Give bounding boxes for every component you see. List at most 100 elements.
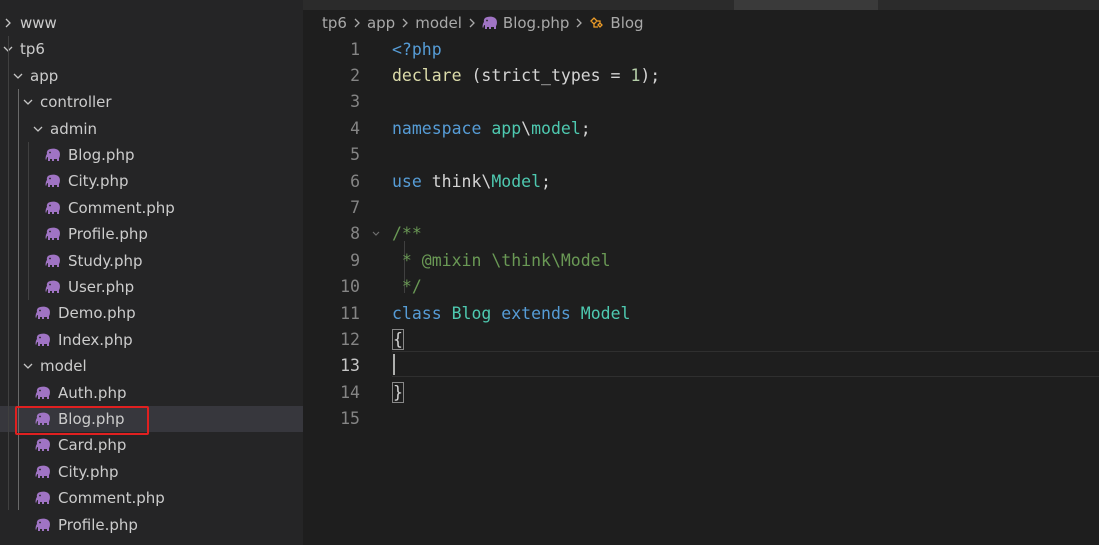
chevron-down-icon[interactable] (22, 96, 34, 108)
tree-file[interactable]: Index.php (0, 327, 303, 353)
php-elephant-icon (35, 306, 51, 320)
php-elephant-icon (35, 465, 51, 479)
breadcrumb-label: tp6 (322, 14, 347, 32)
tree-file[interactable]: Comment.php (0, 195, 303, 221)
breadcrumb-label: Blog (610, 14, 644, 32)
tree-file[interactable]: Auth.php (0, 380, 303, 406)
code-line[interactable]: 12 { (303, 326, 1099, 352)
tree-file[interactable]: City.php (0, 168, 303, 194)
tree-item-label: Profile.php (58, 515, 138, 534)
line-number: 9 (350, 250, 360, 270)
breadcrumb-item[interactable]: model (415, 14, 462, 32)
tree-file[interactable]: Profile.php (0, 221, 303, 247)
php-elephant-icon (35, 438, 51, 452)
chevron-down-icon[interactable] (22, 360, 34, 372)
breadcrumb-item[interactable]: Blog (589, 14, 644, 32)
tree-file[interactable]: Blog.php (0, 142, 303, 168)
code-token: extends (501, 303, 571, 323)
explorer-sidebar: www tp6 app controller admin Blog.php City.php… (0, 0, 303, 545)
tree-file[interactable]: User.php (0, 274, 303, 300)
vscode-window: www tp6 app controller admin Blog.php City.php… (0, 0, 1099, 545)
code-token: Blog (451, 303, 492, 323)
line-number: 6 (350, 171, 360, 191)
code-line[interactable]: 10 */ (303, 274, 1099, 300)
code-line[interactable]: 3 (303, 89, 1099, 115)
breadcrumb-item[interactable]: tp6 (322, 14, 347, 32)
line-number: 4 (350, 118, 360, 138)
tree-item-label: Blog.php (68, 146, 135, 164)
tree-folder-app[interactable]: app (0, 63, 303, 89)
breadcrumb-item[interactable]: app (367, 14, 395, 32)
line-number: 14 (340, 382, 360, 402)
tree-file[interactable]: Profile.php (0, 512, 303, 538)
code-line[interactable]: 2 declare (strict_types = 1); (303, 62, 1099, 88)
line-number: 11 (340, 303, 360, 323)
line-number: 1 (350, 39, 360, 59)
code-line[interactable]: 13 (303, 353, 1099, 379)
tab-strip-segment[interactable] (734, 0, 878, 10)
code-line[interactable]: 14} (303, 379, 1099, 405)
tree-item-label: Blog.php (58, 410, 125, 428)
tree-item-label: City.php (68, 172, 129, 191)
code-line[interactable]: 6 use think\Model; (303, 168, 1099, 194)
code-line[interactable]: 15 (303, 406, 1099, 432)
tree-folder-admin[interactable]: admin (0, 116, 303, 142)
code-line[interactable]: 9 * @mixin \think\Model (303, 247, 1099, 273)
code-token: 1 (630, 65, 641, 85)
chevron-down-icon[interactable] (32, 123, 44, 135)
tree-folder-controller[interactable]: controller (0, 89, 303, 115)
tree-folder-www[interactable]: www (0, 10, 303, 36)
tree-item-label: Comment.php (68, 198, 175, 217)
code-line[interactable]: 7 (303, 194, 1099, 220)
code-content: * @mixin \think\Model (392, 251, 611, 270)
fold-chevron-icon[interactable] (360, 229, 392, 239)
code-token: class (392, 303, 442, 323)
code-line[interactable]: 8 /** (303, 221, 1099, 247)
breadcrumb-item[interactable]: Blog.php (482, 14, 569, 32)
code-content: /** (392, 224, 422, 243)
line-number: 8 (350, 224, 360, 244)
tree-file[interactable]: Card.php (0, 432, 303, 458)
tree-item-label: Profile.php (68, 225, 148, 244)
tree-item-label: controller (40, 93, 112, 112)
code-token: use (392, 171, 422, 191)
line-number: 13 (340, 356, 360, 376)
code-line[interactable]: 1 <?php (303, 36, 1099, 62)
tree-file[interactable]: Study.php (0, 248, 303, 274)
code-token: declare (392, 65, 462, 85)
line-number: 3 (350, 92, 360, 112)
tree-file[interactable]: Demo.php (0, 300, 303, 326)
code-token: Model (580, 303, 631, 323)
tree-file[interactable]: Comment.php (0, 485, 303, 511)
breadcrumb-label: model (415, 14, 462, 32)
tree-folder-model[interactable]: model (0, 353, 303, 379)
tree-item-label: www (20, 14, 57, 32)
php-elephant-icon (45, 280, 61, 294)
chevron-right-icon (574, 18, 584, 28)
code-content: <?php (392, 40, 442, 59)
tree-folder-tp6[interactable]: tp6 (0, 36, 303, 62)
chevron-down-icon[interactable] (12, 70, 24, 82)
tree-item-label: Card.php (58, 436, 127, 455)
code-token: ; (580, 118, 591, 138)
tree-indent-guide (8, 36, 9, 510)
code-editor[interactable]: 1 <?php 2 declare (strict_types = 1); 3 4 name… (303, 36, 1099, 545)
tree-item-label: Auth.php (58, 383, 127, 402)
line-number: 15 (340, 409, 360, 429)
code-line[interactable]: 4 namespace app\model; (303, 115, 1099, 141)
code-content: namespace app\model; (392, 119, 591, 138)
php-elephant-icon (35, 518, 51, 532)
tree-item-label: User.php (68, 278, 135, 296)
code-line[interactable]: 5 (303, 142, 1099, 168)
tree-file[interactable]: City.php (0, 459, 303, 485)
tree-file[interactable]: Blog.php (0, 406, 303, 432)
tree-item-label: tp6 (20, 40, 45, 59)
line-number: 12 (340, 329, 360, 349)
chevron-right-icon[interactable] (2, 17, 14, 29)
tree-item-label: Study.php (68, 251, 143, 270)
tree-item-label: Comment.php (58, 489, 165, 508)
code-line[interactable]: 11 class Blog extends Model (303, 300, 1099, 326)
